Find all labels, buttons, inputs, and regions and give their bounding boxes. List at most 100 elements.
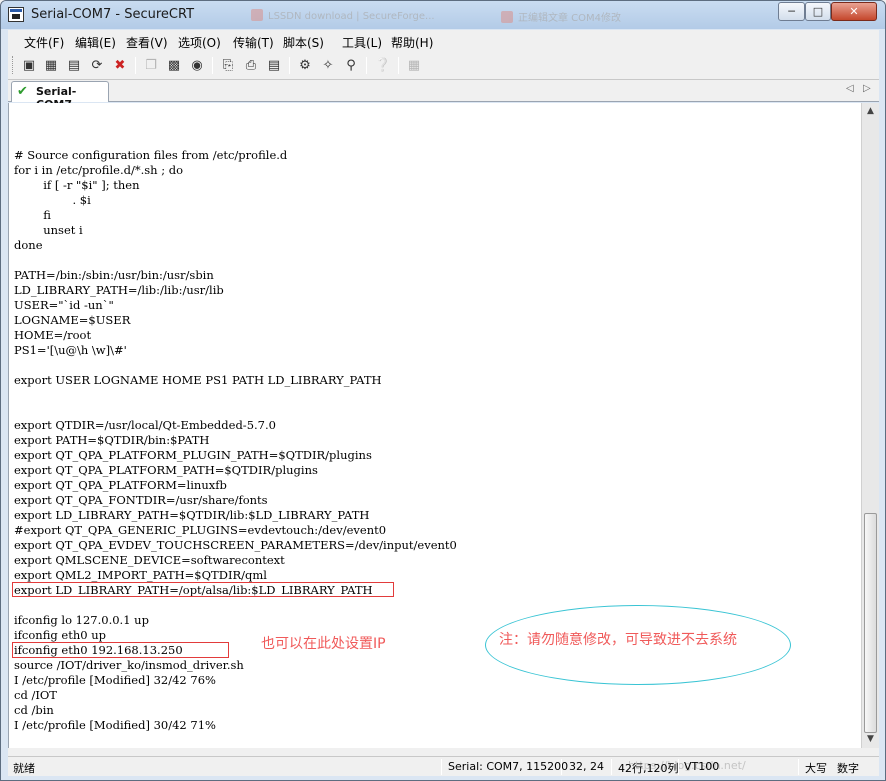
about-icon[interactable]: ▦ bbox=[405, 57, 423, 74]
reconnect-icon[interactable]: ⟳ bbox=[88, 57, 106, 74]
status-divider bbox=[798, 759, 799, 775]
toolbar-separator bbox=[398, 57, 399, 74]
terminal-line: # Source configuration files from /etc/p… bbox=[14, 148, 288, 162]
session-options-icon[interactable]: ⚙ bbox=[296, 57, 314, 74]
terminal-screen[interactable]: # Source configuration files from /etc/p… bbox=[8, 103, 861, 748]
menu-bar: 文件(F) 编辑(E) 查看(V) 选项(O) 传输(T) 脚本(S) 工具(L… bbox=[8, 30, 879, 52]
menu-script[interactable]: 脚本(S) bbox=[283, 34, 324, 51]
status-port: Serial: COM7, 115200 bbox=[448, 760, 569, 773]
vertical-scrollbar[interactable]: ▲ ▼ bbox=[861, 103, 879, 748]
terminal-line: HOME=/root bbox=[14, 328, 92, 342]
connect-icon[interactable]: ▣ bbox=[20, 57, 38, 74]
securecrt-app-icon bbox=[8, 7, 24, 22]
status-bar: 就绪 https://blog.csdn.net/ Serial: COM7, … bbox=[8, 756, 879, 776]
terminal-line: I /etc/profile [Modified] 30/42 71% bbox=[14, 718, 216, 732]
help-icon[interactable]: ❔ bbox=[374, 57, 392, 74]
global-options-icon[interactable]: ✧ bbox=[319, 57, 337, 74]
copy-icon[interactable]: ❐ bbox=[142, 57, 160, 74]
tab-scroll-right-icon[interactable]: ▷ bbox=[863, 83, 871, 94]
toolbar-separator bbox=[366, 57, 367, 74]
page-icon bbox=[501, 11, 513, 23]
close-button[interactable]: ✕ bbox=[831, 2, 877, 21]
warning-annotation: 注：请勿随意修改，可导致进不去系统 bbox=[499, 632, 737, 648]
terminal-line: export QT_QPA_FONTDIR=/usr/share/fonts bbox=[14, 493, 268, 507]
menu-options[interactable]: 选项(O) bbox=[178, 34, 221, 51]
terminal-line: export PATH=$QTDIR/bin:$PATH bbox=[14, 433, 210, 447]
tab-serial-com7[interactable]: ✔ Serial-COM7 bbox=[11, 81, 109, 111]
scrollbar-thumb[interactable] bbox=[864, 513, 877, 733]
quick-connect-icon[interactable]: ▦ bbox=[42, 57, 60, 74]
terminal-line: export LD_LIBRARY_PATH=$QTDIR/lib:$LD_LI… bbox=[14, 508, 370, 522]
securecrt-window: Serial-COM7 - SecureCRT LSSDN download |… bbox=[0, 0, 886, 781]
terminal-line: source /IOT/driver_ko/insmod_driver.sh bbox=[14, 658, 244, 672]
terminal-line: fi bbox=[14, 208, 51, 222]
menu-transfer[interactable]: 传输(T) bbox=[233, 34, 274, 51]
print-screen-icon[interactable]: ▤ bbox=[265, 57, 283, 74]
connect-tab-icon[interactable]: ▤ bbox=[65, 57, 83, 74]
scroll-up-icon[interactable]: ▲ bbox=[862, 103, 879, 120]
ip-note-annotation: 也可以在此处设置IP bbox=[261, 636, 386, 652]
highlight-ld-library-path bbox=[12, 582, 394, 597]
scroll-down-icon[interactable]: ▼ bbox=[862, 731, 879, 748]
status-ready: 就绪 bbox=[13, 762, 35, 775]
terminal-line: . $i bbox=[14, 193, 91, 207]
keymap-icon[interactable]: ⚲ bbox=[342, 57, 360, 74]
menu-view[interactable]: 查看(V) bbox=[126, 34, 168, 51]
status-divider bbox=[678, 759, 679, 775]
disconnect-icon[interactable]: ✖ bbox=[111, 57, 129, 74]
menu-tools[interactable]: 工具(L) bbox=[342, 34, 382, 51]
toolbar-separator bbox=[289, 57, 290, 74]
menu-help[interactable]: 帮助(H) bbox=[391, 34, 433, 51]
status-divider bbox=[561, 759, 562, 775]
terminal-line: if [ -r "$i" ]; then bbox=[14, 178, 140, 192]
tab-scroll-left-icon[interactable]: ◁ bbox=[846, 83, 854, 94]
toolbar-grip[interactable] bbox=[12, 56, 15, 74]
terminal-line: export QT_QPA_PLATFORM=linuxfb bbox=[14, 478, 227, 492]
menu-file[interactable]: 文件(F) bbox=[24, 34, 64, 51]
background-window-tab-1: LSSDN download | SecureForge... bbox=[251, 9, 435, 23]
print-icon[interactable]: ⎘ bbox=[219, 57, 237, 74]
terminal-line: ifconfig eth0 up bbox=[14, 628, 106, 642]
terminal-line: export QT_QPA_EVDEV_TOUCHSCREEN_PARAMETE… bbox=[14, 538, 457, 552]
terminal-line: export QT_QPA_PLATFORM_PATH=$QTDIR/plugi… bbox=[14, 463, 318, 477]
terminal-bottom-edge bbox=[8, 748, 879, 756]
terminal-line: LOGNAME=$USER bbox=[14, 313, 131, 327]
toolbar-separator bbox=[135, 57, 136, 74]
status-divider bbox=[611, 759, 612, 775]
toolbar-separator bbox=[212, 57, 213, 74]
toolbar: ▣ ▦ ▤ ⟳ ✖ ❐ ▩ ◉ ⎘ ⎙ ▤ ⚙ ✧ ⚲ ❔ ▦ bbox=[8, 52, 879, 80]
terminal-line: cd /bin bbox=[14, 703, 54, 717]
terminal-line: #export QT_QPA_GENERIC_PLUGINS=evdevtouc… bbox=[14, 523, 387, 537]
terminal-line: done bbox=[14, 238, 43, 252]
background-window-tab-2: 正编辑文章 COM4修改 bbox=[501, 9, 621, 24]
paste-icon[interactable]: ▩ bbox=[165, 57, 183, 74]
terminal-line: LD_LIBRARY_PATH=/lib:/lib:/usr/lib bbox=[14, 283, 224, 297]
status-divider bbox=[441, 759, 442, 775]
find-icon[interactable]: ◉ bbox=[188, 57, 206, 74]
session-tab-bar: ✔ Serial-COM7 ◁ ▷ bbox=[8, 80, 879, 111]
print-setup-icon[interactable]: ⎙ bbox=[242, 57, 260, 74]
terminal-line: export USER LOGNAME HOME PS1 PATH LD_LIB… bbox=[14, 373, 382, 387]
connected-check-icon: ✔ bbox=[17, 84, 28, 99]
title-bar[interactable]: Serial-COM7 - SecureCRT LSSDN download |… bbox=[1, 1, 885, 29]
terminal-line: PS1='[\u@\h \w]\#' bbox=[14, 343, 127, 357]
terminal-line: ifconfig lo 127.0.0.1 up bbox=[14, 613, 149, 627]
status-size: 42行,120列 bbox=[618, 762, 679, 775]
minimize-button[interactable]: ─ bbox=[778, 2, 805, 21]
terminal-line: export QTDIR=/usr/local/Qt-Embedded-5.7.… bbox=[14, 418, 276, 432]
window-title: Serial-COM7 - SecureCRT bbox=[31, 7, 195, 22]
terminal-line: export QMLSCENE_DEVICE=softwarecontext bbox=[14, 553, 285, 567]
terminal-line: I /etc/profile [Modified] 32/42 76% bbox=[14, 673, 216, 687]
menu-edit[interactable]: 编辑(E) bbox=[75, 34, 116, 51]
terminal-line: export QT_QPA_PLATFORM_PLUGIN_PATH=$QTDI… bbox=[14, 448, 372, 462]
highlight-eth0-ip bbox=[12, 642, 229, 658]
maximize-button[interactable]: □ bbox=[805, 2, 831, 21]
status-emulation: VT100 bbox=[684, 760, 720, 773]
status-caps: 大写 bbox=[805, 762, 827, 775]
status-cursor: 32, 24 bbox=[569, 760, 604, 773]
